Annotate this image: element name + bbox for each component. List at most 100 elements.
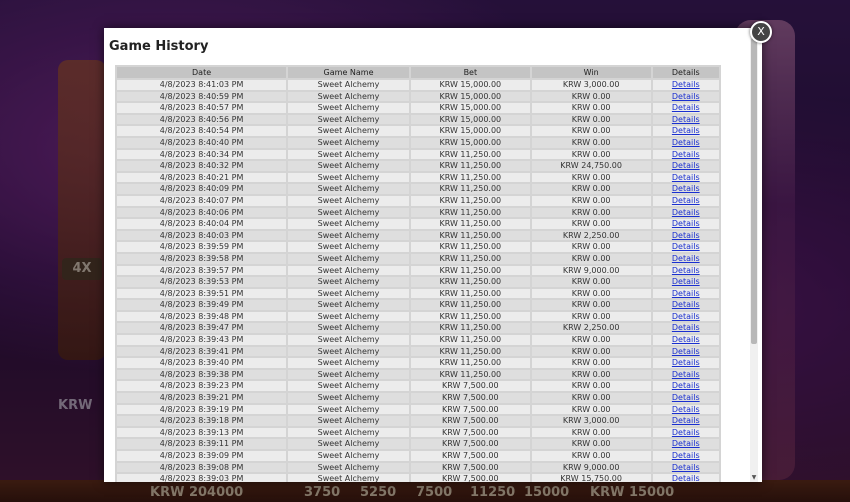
details-link[interactable]: Details: [672, 405, 700, 414]
cell-details: Details: [652, 91, 719, 102]
table-row: 4/8/2023 8:40:09 PM Sweet Alchemy KRW 11,2…: [117, 184, 719, 194]
details-link[interactable]: Details: [672, 370, 700, 379]
cell-details: Details: [652, 451, 719, 461]
cell-game-name: Sweet Alchemy: [288, 300, 409, 310]
history-table: Date Game Name Bet Win Details 4/8/2023 …: [115, 65, 721, 482]
details-link[interactable]: Details: [672, 358, 700, 367]
table-row: 4/8/2023 8:40:59 PM Sweet Alchemy KRW 15,0…: [117, 91, 719, 102]
details-link[interactable]: Details: [672, 381, 700, 390]
details-link[interactable]: Details: [672, 463, 700, 472]
history-table-container: Date Game Name Bet Win Details 4/8/2023 …: [115, 65, 721, 482]
cell-game-name: Sweet Alchemy: [288, 369, 409, 380]
cell-details: Details: [652, 161, 719, 171]
details-link[interactable]: Details: [672, 439, 700, 448]
cell-win: KRW 0.00: [531, 346, 651, 357]
cell-game-name: Sweet Alchemy: [288, 172, 409, 183]
details-link[interactable]: Details: [672, 254, 700, 263]
details-link[interactable]: Details: [672, 312, 700, 321]
cell-details: Details: [652, 427, 719, 438]
cell-game-name: Sweet Alchemy: [288, 451, 409, 461]
cell-win: KRW 0.00: [531, 358, 651, 368]
details-link[interactable]: Details: [672, 208, 700, 217]
cell-game-name: Sweet Alchemy: [288, 184, 409, 194]
cell-bet: KRW 11,250.00: [410, 253, 530, 264]
cell-details: Details: [652, 474, 719, 482]
details-link[interactable]: Details: [672, 184, 700, 193]
cell-details: Details: [652, 462, 719, 473]
cell-details: Details: [652, 149, 719, 160]
table-row: 4/8/2023 8:40:06 PM Sweet Alchemy KRW 11,2…: [117, 207, 719, 218]
cell-game-name: Sweet Alchemy: [288, 80, 409, 90]
column-header-details: Details: [652, 67, 719, 78]
details-link[interactable]: Details: [672, 115, 700, 124]
cell-bet: KRW 11,250.00: [410, 358, 530, 368]
cell-win: KRW 15,750.00: [531, 474, 651, 482]
cell-win: KRW 2,250.00: [531, 323, 651, 334]
cell-bet: KRW 11,250.00: [410, 219, 530, 229]
cell-date: 4/8/2023 8:39:11 PM: [117, 439, 287, 449]
cell-bet: KRW 7,500.00: [410, 381, 530, 392]
details-link[interactable]: Details: [672, 347, 700, 356]
scrollbar-thumb[interactable]: [751, 38, 757, 344]
cell-date: 4/8/2023 8:39:41 PM: [117, 346, 287, 357]
cell-bet: KRW 11,250.00: [410, 311, 530, 322]
cell-details: Details: [652, 137, 719, 148]
details-link[interactable]: Details: [672, 196, 700, 205]
cell-game-name: Sweet Alchemy: [288, 137, 409, 148]
cell-game-name: Sweet Alchemy: [288, 404, 409, 415]
details-link[interactable]: Details: [672, 289, 700, 298]
details-link[interactable]: Details: [672, 416, 700, 425]
cell-bet: KRW 11,250.00: [410, 230, 530, 241]
cell-win: KRW 0.00: [531, 114, 651, 125]
cell-game-name: Sweet Alchemy: [288, 323, 409, 334]
cell-details: Details: [652, 369, 719, 380]
table-row: 4/8/2023 8:39:58 PM Sweet Alchemy KRW 11,2…: [117, 253, 719, 264]
details-link[interactable]: Details: [672, 323, 700, 332]
details-link[interactable]: Details: [672, 138, 700, 147]
scroll-down-arrow-icon[interactable]: ▼: [750, 474, 758, 482]
details-link[interactable]: Details: [672, 277, 700, 286]
details-link[interactable]: Details: [672, 474, 700, 482]
cell-bet: KRW 7,500.00: [410, 462, 530, 473]
cell-win: KRW 0.00: [531, 277, 651, 287]
close-button[interactable]: X: [750, 21, 772, 43]
cell-date: 4/8/2023 8:40:04 PM: [117, 219, 287, 229]
details-link[interactable]: Details: [672, 393, 700, 402]
details-link[interactable]: Details: [672, 92, 700, 101]
cell-win: KRW 0.00: [531, 300, 651, 310]
cell-game-name: Sweet Alchemy: [288, 265, 409, 276]
cell-game-name: Sweet Alchemy: [288, 91, 409, 102]
details-link[interactable]: Details: [672, 428, 700, 437]
cell-game-name: Sweet Alchemy: [288, 335, 409, 345]
cell-bet: KRW 11,250.00: [410, 323, 530, 334]
details-link[interactable]: Details: [672, 335, 700, 344]
details-link[interactable]: Details: [672, 161, 700, 170]
details-link[interactable]: Details: [672, 126, 700, 135]
cell-bet: KRW 11,250.00: [410, 172, 530, 183]
cell-details: Details: [652, 393, 719, 403]
modal-scrollbar[interactable]: ▼: [750, 36, 758, 482]
cell-date: 4/8/2023 8:40:06 PM: [117, 207, 287, 218]
details-link[interactable]: Details: [672, 80, 700, 89]
details-link[interactable]: Details: [672, 219, 700, 228]
cell-win: KRW 0.00: [531, 451, 651, 461]
details-link[interactable]: Details: [672, 451, 700, 460]
details-link[interactable]: Details: [672, 150, 700, 159]
details-link[interactable]: Details: [672, 300, 700, 309]
cell-bet: KRW 7,500.00: [410, 393, 530, 403]
cell-bet: KRW 7,500.00: [410, 439, 530, 449]
cell-details: Details: [652, 207, 719, 218]
cell-date: 4/8/2023 8:39:49 PM: [117, 300, 287, 310]
cell-win: KRW 2,250.00: [531, 230, 651, 241]
cell-date: 4/8/2023 8:39:38 PM: [117, 369, 287, 380]
table-row: 4/8/2023 8:39:59 PM Sweet Alchemy KRW 11,2…: [117, 242, 719, 252]
cell-game-name: Sweet Alchemy: [288, 242, 409, 252]
table-row: 4/8/2023 8:40:40 PM Sweet Alchemy KRW 15,0…: [117, 137, 719, 148]
details-link[interactable]: Details: [672, 173, 700, 182]
cell-date: 4/8/2023 8:40:07 PM: [117, 195, 287, 206]
details-link[interactable]: Details: [672, 103, 700, 112]
details-link[interactable]: Details: [672, 231, 700, 240]
details-link[interactable]: Details: [672, 266, 700, 275]
table-row: 4/8/2023 8:39:57 PM Sweet Alchemy KRW 11,2…: [117, 265, 719, 276]
details-link[interactable]: Details: [672, 242, 700, 251]
